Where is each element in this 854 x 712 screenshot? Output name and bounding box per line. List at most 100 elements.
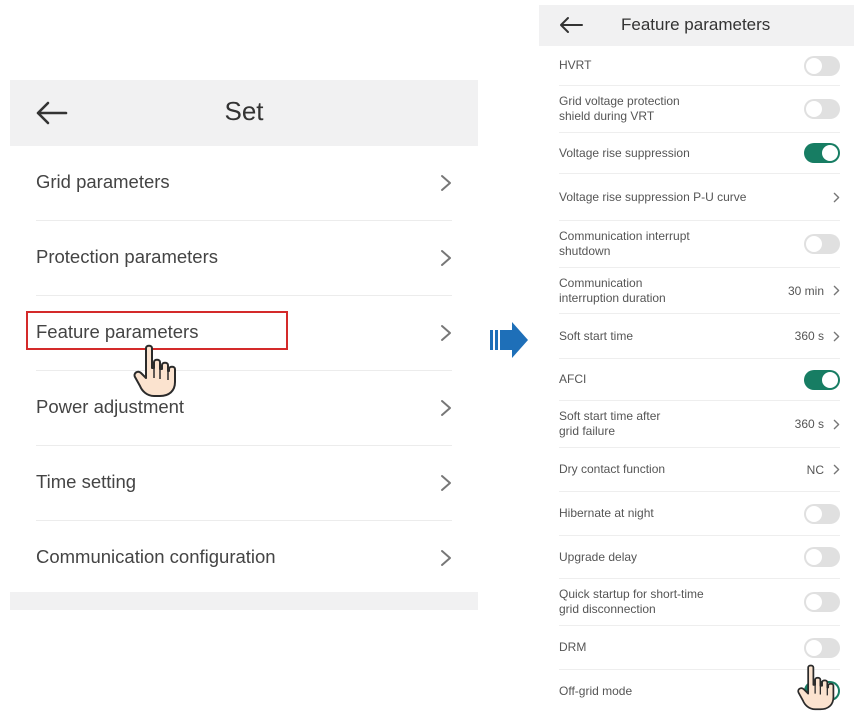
setting-row-soft-start-time[interactable]: Soft start time 360 s [559,314,840,359]
chevron-right-icon [441,325,451,341]
setting-label-line: Soft start time after [559,409,661,423]
setting-row-hvrt: HVRT [559,46,840,86]
setting-value: NC [806,463,824,477]
chevron-right-icon [833,285,840,296]
back-arrow-icon[interactable] [559,15,583,35]
toggle-knob [822,145,838,161]
setting-label-line: DRM [559,640,587,654]
setting-row-grid-voltage-protection-shield-during-vrt: Grid voltage protection shield during VRT [559,86,840,133]
chevron-right-icon [441,250,451,266]
toggle-knob [822,372,838,388]
toggle-knob [806,236,822,252]
setting-label-line: Soft start time [559,329,634,343]
setting-label: Voltage rise suppression P-U curve [559,190,746,205]
toggle-switch[interactable] [804,234,840,254]
setting-label-line: Voltage rise suppression P-U curve [559,190,747,204]
setting-label-line: Voltage rise suppression [559,146,690,160]
setting-value: 360 s [794,417,824,431]
setting-label: AFCI [559,372,586,387]
setting-label-line: Grid voltage protection [559,94,680,108]
toggle-switch[interactable] [804,143,840,163]
toggle-switch[interactable] [804,370,840,390]
setting-label-line: Quick startup for short-time [559,587,704,601]
pointing-hand-icon [797,664,835,711]
menu-item-label: Power adjustment [36,396,185,417]
setting-label-line: interruption duration [559,291,666,305]
feature-parameters-list: HVRT Grid voltage protection shield during… [539,46,854,712]
pointing-hand-icon [133,344,176,397]
toggle-switch[interactable] [804,99,840,119]
setting-row-communication-interrupt-shutdown: Communication interrupt shutdown [559,221,840,268]
toggle-switch[interactable] [804,504,840,524]
toggle-switch[interactable] [804,638,840,658]
menu-item-communication-configuration[interactable]: Communication configuration [36,521,452,595]
setting-row-voltage-rise-suppression-p-u-curve[interactable]: Voltage rise suppression P-U curve [559,174,840,221]
toggle-knob [806,58,822,74]
feature-parameters-header: Feature parameters [539,5,854,46]
setting-label-line: grid disconnection [559,602,656,616]
chevron-right-icon [833,419,840,430]
setting-label-line: Off-grid mode [559,684,633,698]
setting-row-quick-startup-for-short-time-grid-disconnection: Quick startup for short-time grid disconn… [559,579,840,626]
setting-label: Quick startup for short-time grid disconn… [559,587,704,617]
setting-label-line: Upgrade delay [559,550,638,564]
settings-menu: Grid parameters Protection parameters Feat… [10,146,478,595]
chevron-right-icon [833,464,840,475]
toggle-knob [806,506,822,522]
feature-parameters-screen: Feature parameters HVRT Grid voltage prot… [539,5,854,711]
setting-label: Soft start time [559,329,633,344]
setting-row-voltage-rise-suppression: Voltage rise suppression [559,133,840,174]
toggle-switch[interactable] [804,592,840,612]
setting-label-line: Communication interrupt [559,229,690,243]
page-title: Feature parameters [621,15,771,34]
setting-label-line: Hibernate at night [559,506,654,520]
chevron-right-icon [441,175,451,191]
toggle-knob [806,549,822,565]
toggle-switch[interactable] [804,56,840,76]
setting-label: HVRT [559,58,591,73]
setting-label: Soft start time after grid failure [559,409,660,439]
right-arrow-icon [490,322,528,358]
chevron-right-icon [441,475,451,491]
chevron-right-icon [833,331,840,342]
setting-label-line: Dry contact function [559,462,666,476]
setting-label: Communication interrupt shutdown [559,229,690,259]
menu-item-label: Communication configuration [36,546,276,567]
setting-value: 30 min [787,284,824,298]
setting-label-line: shutdown [559,244,611,258]
toggle-switch[interactable] [804,547,840,567]
page-title: Set [224,96,264,126]
toggle-knob [806,640,822,656]
setting-label: Off-grid mode [559,684,632,699]
menu-item-protection-parameters[interactable]: Protection parameters [36,221,452,296]
toggle-knob [806,594,822,610]
menu-item-power-adjustment[interactable]: Power adjustment [36,371,452,446]
setting-label-line: AFCI [559,372,587,386]
setting-label: Communication interruption duration [559,276,666,306]
menu-item-time-setting[interactable]: Time setting [36,446,452,521]
setting-value: 360 s [794,329,824,343]
setting-label: Voltage rise suppression [559,146,690,161]
setting-row-communication-interruption-duration[interactable]: Communication interruption duration 30 min [559,268,840,314]
setting-row-soft-start-time-after-grid-failure[interactable]: Soft start time after grid failure 360 s [559,401,840,448]
setting-label-line: shield during VRT [559,109,655,123]
setting-label: DRM [559,640,586,655]
setting-label: Grid voltage protection shield during VRT [559,94,680,124]
chevron-right-icon [441,400,451,416]
setting-label-line: HVRT [559,58,592,72]
menu-item-label: Time setting [36,471,137,492]
menu-item-label: Protection parameters [36,246,219,267]
set-header: Set [10,80,478,146]
menu-footer-bar [10,592,478,610]
menu-item-label: Grid parameters [36,171,170,192]
setting-label-line: Communication [559,276,643,290]
menu-item-grid-parameters[interactable]: Grid parameters [36,146,452,221]
setting-label: Dry contact function [559,462,665,477]
setting-row-upgrade-delay: Upgrade delay [559,536,840,579]
toggle-knob [806,101,822,117]
setting-row-dry-contact-function[interactable]: Dry contact function NC [559,448,840,492]
setting-row-hibernate-at-night: Hibernate at night [559,492,840,536]
chevron-right-icon [833,192,840,203]
setting-row-afci: AFCI [559,359,840,401]
setting-label: Upgrade delay [559,550,637,565]
